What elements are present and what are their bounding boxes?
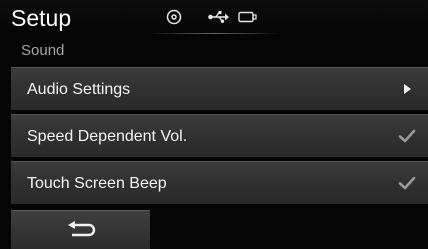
- arrow-right-icon: [398, 80, 416, 98]
- menu-item-label: Speed Dependent Vol.: [27, 128, 188, 145]
- page-title: Setup: [11, 5, 72, 31]
- section-subtitle: Sound: [21, 42, 65, 59]
- menu-item-touch-screen-beep[interactable]: Touch Screen Beep: [11, 161, 428, 204]
- status-icons: [166, 6, 258, 28]
- setup-screen: Setup Sound Audio Settings Speed Depende…: [0, 0, 428, 249]
- checkmark-icon[interactable]: [398, 127, 416, 145]
- header-divider: [150, 33, 280, 34]
- usb-icon: [208, 10, 230, 24]
- menu-item-speed-dependent-vol[interactable]: Speed Dependent Vol.: [11, 114, 428, 157]
- menu-item-label: Audio Settings: [27, 81, 131, 98]
- menu-item-label: Touch Screen Beep: [27, 175, 167, 192]
- disc-icon: [166, 9, 182, 25]
- ipod-icon: [238, 10, 258, 24]
- back-button[interactable]: [11, 210, 150, 249]
- checkmark-icon[interactable]: [398, 174, 416, 192]
- menu-item-audio-settings[interactable]: Audio Settings: [11, 67, 428, 110]
- back-arrow-icon: [67, 220, 97, 240]
- header-bar: Setup: [0, 0, 428, 36]
